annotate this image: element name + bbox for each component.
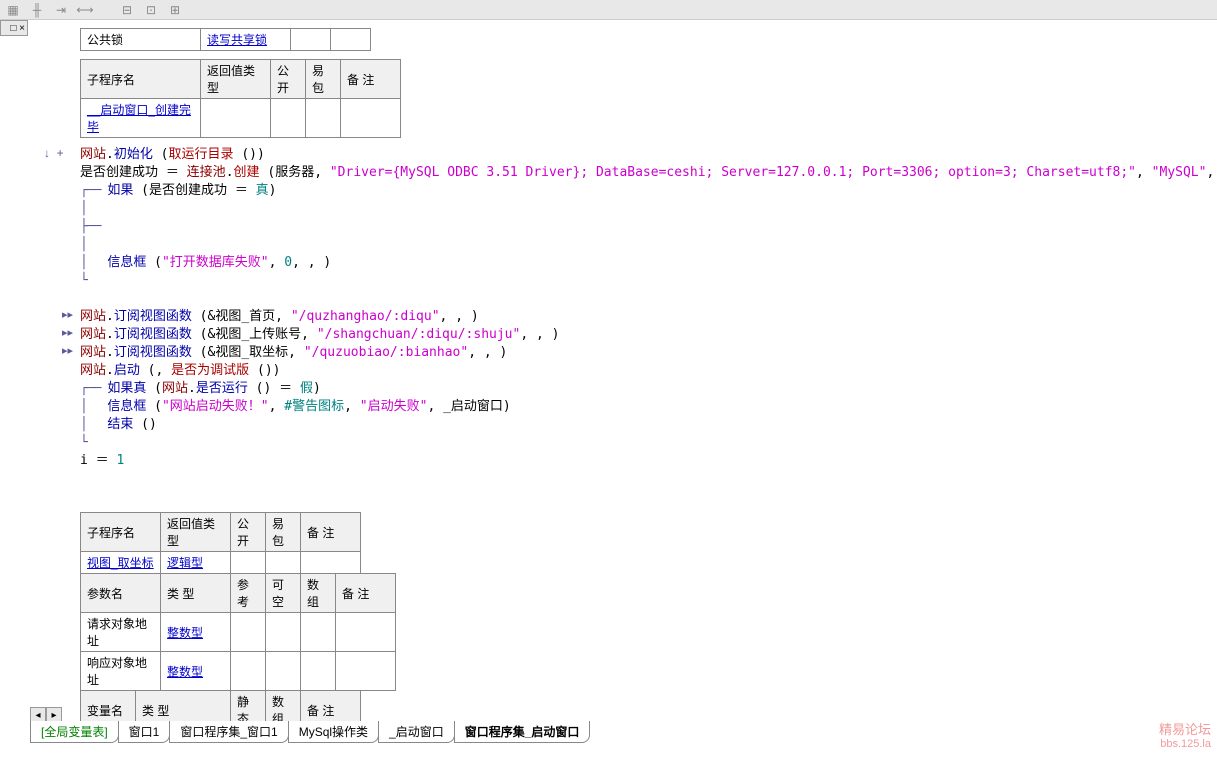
- fold-marker[interactable]: ↓ +: [44, 146, 64, 160]
- th: 静态: [231, 691, 266, 724]
- code-line: │: [80, 236, 1217, 254]
- code-line: └: [80, 434, 1217, 452]
- code-line: ├──: [80, 218, 1217, 236]
- th: 子程序名: [81, 60, 201, 99]
- toolbar-icon-5[interactable]: ⊟: [119, 3, 135, 17]
- cell-link[interactable]: __启动窗口_创建完毕: [81, 99, 201, 138]
- variables-table: 变量名 类 型 静态 数组 备 注 请求服务器请求 响应服务器响应 模板数据存取…: [80, 690, 361, 723]
- th: 数组: [266, 691, 301, 724]
- code-editor[interactable]: 公共锁 读写共享锁 子程序名 返回值类型 公开 易包 备 注 __启动窗口_创建…: [30, 20, 1217, 723]
- code-line: ┌── 如果真 (网站.是否运行 () ＝ 假): [80, 380, 1217, 398]
- cell: [341, 99, 401, 138]
- marker: ▸▸: [62, 308, 73, 321]
- code-line: 网站.订阅视图函数 (&视图_首页, "/quzhanghao/:diqu", …: [80, 308, 1217, 326]
- cell-link[interactable]: 整数型: [161, 652, 231, 691]
- code-line: 网站.启动 (, 是否为调试版 ()): [80, 362, 1217, 380]
- cell-link[interactable]: 整数型: [161, 613, 231, 652]
- code-line: │ 信息框 ("打开数据库失败", 0, , ): [80, 254, 1217, 272]
- th: 变量名: [81, 691, 136, 724]
- code-line: 网站.初始化 (取运行目录 ()): [80, 146, 1217, 164]
- th: 类 型: [136, 691, 231, 724]
- marker: ▸▸: [62, 344, 73, 357]
- toolbar-icon-7[interactable]: ⊞: [167, 3, 183, 17]
- th: 备 注: [301, 513, 361, 552]
- cell: [331, 29, 371, 51]
- cell-link[interactable]: 逻辑型: [161, 552, 231, 574]
- tab-startwin-set[interactable]: 窗口程序集_启动窗口: [454, 721, 591, 743]
- cell-link[interactable]: 视图_取坐标: [81, 552, 161, 574]
- th: 返回值类型: [201, 60, 271, 99]
- code-line: 网站.订阅视图函数 (&视图_上传账号, "/shangchuan/:diqu/…: [80, 326, 1217, 344]
- code-line: │ 信息框 ("网站启动失败！", #警告图标, "启动失败", _启动窗口): [80, 398, 1217, 416]
- code-line: 网站.订阅视图函数 (&视图_取坐标, "/quzuobiao/:bianhao…: [80, 344, 1217, 362]
- cell: [266, 552, 301, 574]
- toolbar-icon-1[interactable]: ▦: [5, 3, 21, 17]
- watermark: 精易论坛 bbs.125.la: [1159, 723, 1211, 751]
- toolbar: ▦ ╫ ⇥ ⟷ ⊟ ⊡ ⊞: [0, 0, 1217, 20]
- th: 返回值类型: [161, 513, 231, 552]
- code-line: 是否创建成功 ＝ 连接池.创建 (服务器, "Driver={MySQL ODB…: [80, 164, 1217, 182]
- code-line: i ＝ 1: [80, 452, 1217, 470]
- th: 类 型: [161, 574, 231, 613]
- cell: [301, 552, 361, 574]
- th: 备 注: [336, 574, 396, 613]
- tab-mysql[interactable]: MySql操作类: [288, 721, 379, 743]
- subroutine-table-2: 子程序名 返回值类型 公开 易包 备 注 视图_取坐标 逻辑型: [80, 512, 361, 574]
- th: 公开: [271, 60, 306, 99]
- toolbar-icon-6[interactable]: ⊡: [143, 3, 159, 17]
- marker: ▸▸: [62, 326, 73, 339]
- th: 易包: [306, 60, 341, 99]
- th: 子程序名: [81, 513, 161, 552]
- cell: 公共锁: [81, 29, 201, 51]
- th: 参数名: [81, 574, 161, 613]
- code-line: │ 结束 (): [80, 416, 1217, 434]
- code-line: ┌── 如果 (是否创建成功 ＝ 真): [80, 182, 1217, 200]
- toolbar-icon-4[interactable]: ⟷: [77, 3, 93, 17]
- tab-bar: [全局变量表] 窗口1 窗口程序集_窗口1 MySql操作类 _启动窗口 窗口程…: [30, 723, 589, 743]
- cell: [271, 99, 306, 138]
- th: 公开: [231, 513, 266, 552]
- lock-table: 公共锁 读写共享锁: [80, 28, 371, 51]
- th: 可空: [266, 574, 301, 613]
- code-line: └: [80, 272, 1217, 290]
- toolbar-icon-2[interactable]: ╫: [29, 3, 45, 17]
- tab-window1[interactable]: 窗口1: [118, 721, 171, 743]
- tab-global-vars[interactable]: [全局变量表]: [30, 721, 119, 743]
- th: 备 注: [341, 60, 401, 99]
- cell: [306, 99, 341, 138]
- th: 数组: [301, 574, 336, 613]
- th: 参考: [231, 574, 266, 613]
- code-line: │: [80, 200, 1217, 218]
- params-table: 参数名 类 型 参考 可空 数组 备 注 请求对象地址 整数型 响应对象地址 整…: [80, 573, 396, 691]
- th: 易包: [266, 513, 301, 552]
- th: 备 注: [301, 691, 361, 724]
- tab-startwin[interactable]: _启动窗口: [378, 721, 455, 743]
- panel-marker[interactable]: □ ×: [0, 20, 28, 36]
- tab-winset1[interactable]: 窗口程序集_窗口1: [169, 721, 288, 743]
- subroutine-table-1: 子程序名 返回值类型 公开 易包 备 注 __启动窗口_创建完毕: [80, 59, 401, 138]
- toolbar-icon-3[interactable]: ⇥: [53, 3, 69, 17]
- cell: [201, 99, 271, 138]
- cell: [291, 29, 331, 51]
- cell-link[interactable]: 读写共享锁: [201, 29, 291, 51]
- cell: 请求对象地址: [81, 613, 161, 652]
- cell: [231, 552, 266, 574]
- cell: 响应对象地址: [81, 652, 161, 691]
